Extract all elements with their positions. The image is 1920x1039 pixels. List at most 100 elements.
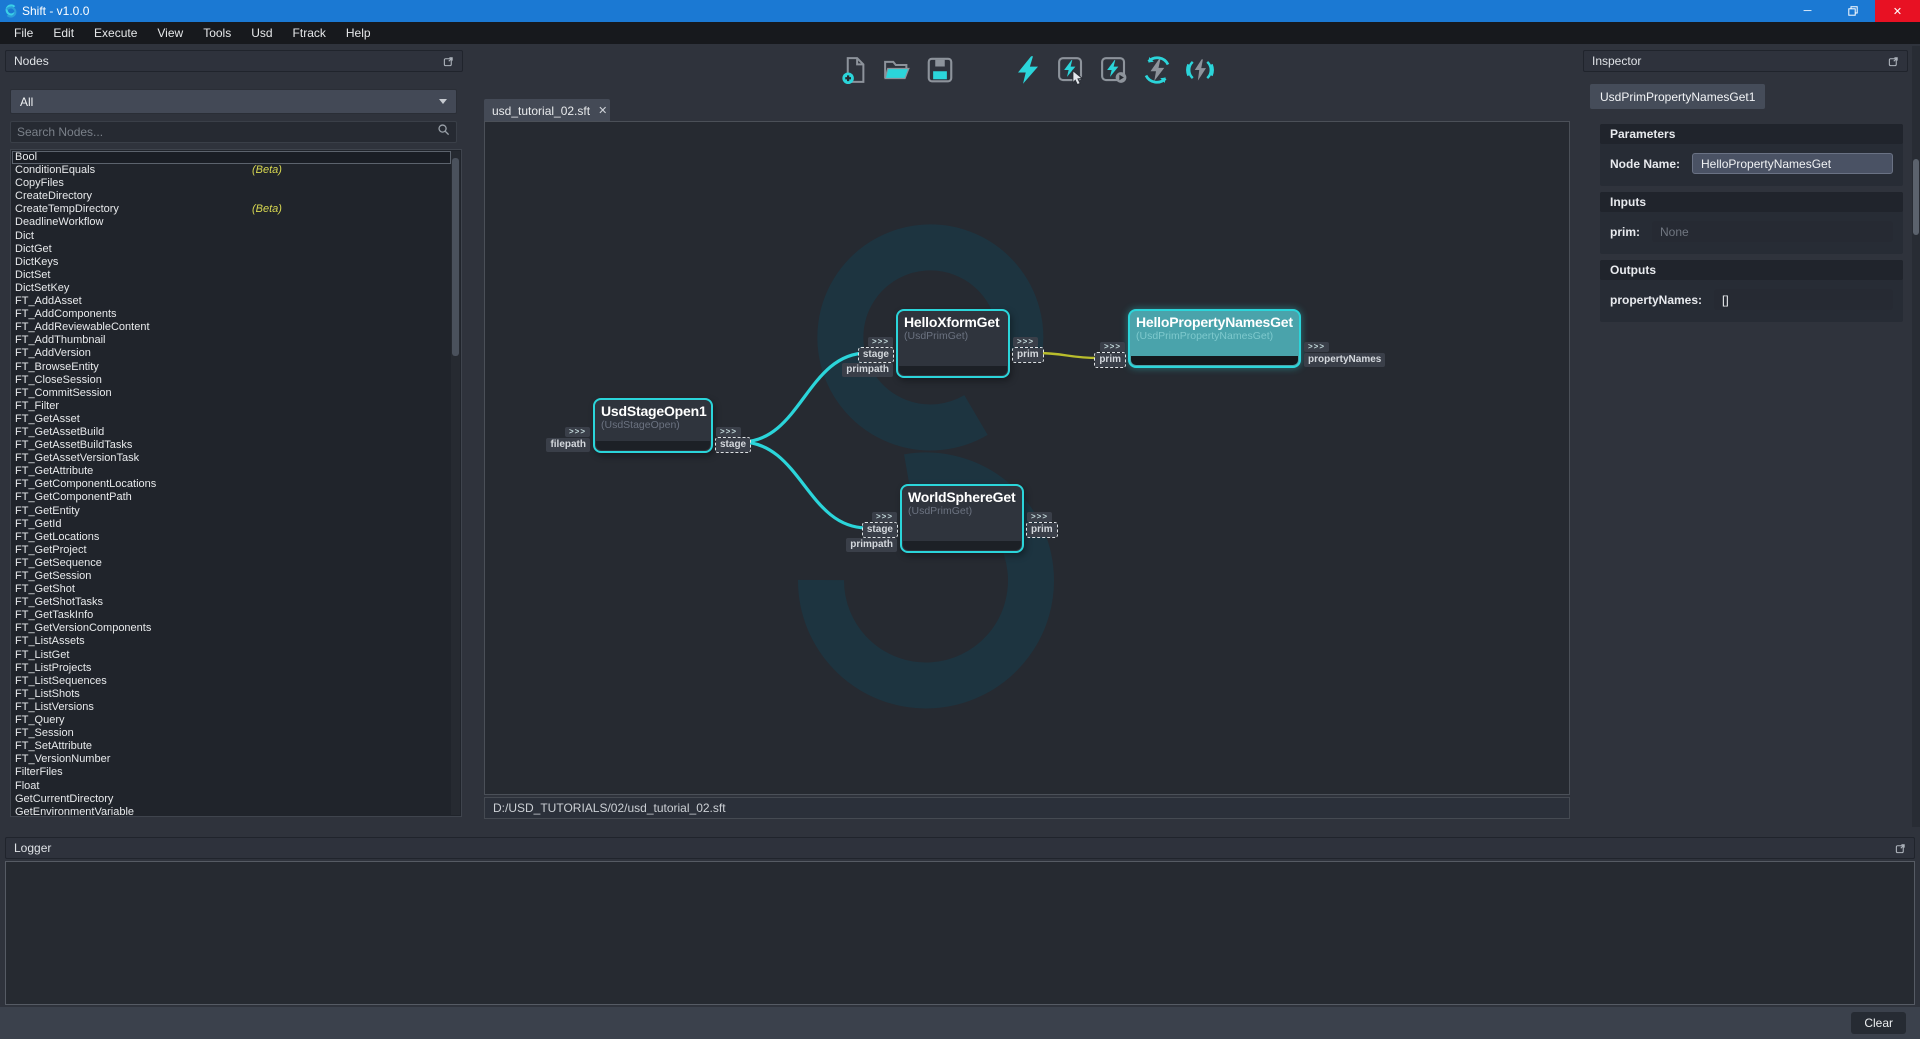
port-stage[interactable]: stage <box>859 348 893 362</box>
node-list-item[interactable]: FT_GetVersionComponents <box>12 622 451 635</box>
node-list-item[interactable]: FT_GetShot <box>12 583 451 596</box>
node-list-item[interactable]: FT_GetId <box>12 518 451 531</box>
exec-port[interactable]: >>> <box>1100 342 1125 352</box>
inspector-node-tab[interactable]: UsdPrimPropertyNamesGet1 <box>1590 84 1765 109</box>
node-list-item[interactable]: FT_ListProjects <box>12 662 451 675</box>
node-list-item[interactable]: FT_ListVersions <box>12 701 451 714</box>
exec-port[interactable]: >>> <box>565 427 590 437</box>
node-list-item[interactable]: FT_AddReviewableContent <box>12 321 451 334</box>
node-list-item[interactable]: DictKeys <box>12 256 451 269</box>
node-list-item[interactable]: CreateTempDirectory (Beta) <box>12 203 451 216</box>
menu-item[interactable]: Edit <box>43 23 84 43</box>
node-list-item[interactable]: CreateDirectory <box>12 190 451 203</box>
live-execute-icon[interactable] <box>1184 54 1216 86</box>
graph-node-UsdStageOpen1[interactable]: UsdStageOpen1(UsdStageOpen)>>>filepath>>… <box>593 398 713 453</box>
new-graph-icon[interactable] <box>838 54 870 86</box>
node-list-item[interactable]: Float <box>12 780 451 793</box>
exec-port[interactable]: >>> <box>1013 337 1038 347</box>
port-primpath[interactable]: primpath <box>846 538 897 552</box>
node-list-item[interactable]: FT_AddThumbnail <box>12 334 451 347</box>
node-filter-dropdown[interactable]: All <box>10 89 457 114</box>
node-list-item[interactable]: FT_ListSequences <box>12 675 451 688</box>
node-list-item[interactable]: FT_GetEntity <box>12 505 451 518</box>
maximize-button[interactable] <box>1830 0 1875 22</box>
save-graph-icon[interactable] <box>924 54 956 86</box>
execute-from-node-icon[interactable] <box>1098 54 1130 86</box>
node-list-item[interactable]: FT_GetSession <box>12 570 451 583</box>
scrollbar-thumb[interactable] <box>1913 159 1919 235</box>
port-propertyNames[interactable]: propertyNames <box>1304 353 1385 367</box>
menu-item[interactable]: View <box>147 23 193 43</box>
node-list-item[interactable]: FT_GetAttribute <box>12 465 451 478</box>
node-list-item[interactable]: FT_GetComponentLocations <box>12 478 451 491</box>
tab-close-icon[interactable]: ✕ <box>598 104 607 117</box>
graph-node-HelloPropertyNamesGet[interactable]: HelloPropertyNamesGet(UsdPrimPropertyNam… <box>1128 309 1301 368</box>
node-list-item[interactable]: DictSetKey <box>12 282 451 295</box>
node-list-item[interactable]: GetCurrentDirectory <box>12 793 451 806</box>
graph-canvas[interactable]: UsdStageOpen1(UsdStageOpen)>>>filepath>>… <box>484 121 1570 795</box>
node-list-item[interactable]: FT_GetAssetVersionTask <box>12 452 451 465</box>
close-button[interactable]: ✕ <box>1875 0 1920 22</box>
node-list-item[interactable]: CopyFiles <box>12 177 451 190</box>
node-list-item[interactable]: FT_VersionNumber <box>12 753 451 766</box>
port-stage[interactable]: stage <box>863 523 897 537</box>
node-list-item[interactable]: FT_GetSequence <box>12 557 451 570</box>
node-list-item[interactable]: Dict <box>12 230 451 243</box>
port-filepath[interactable]: filepath <box>546 438 590 452</box>
node-list-item[interactable]: FT_GetProject <box>12 544 451 557</box>
popout-icon[interactable] <box>1895 843 1906 854</box>
node-list-item[interactable]: FT_GetAssetBuild <box>12 426 451 439</box>
node-list-item[interactable]: FT_GetComponentPath <box>12 491 451 504</box>
minimize-button[interactable]: ─ <box>1785 0 1830 22</box>
open-graph-icon[interactable] <box>881 54 913 86</box>
menu-item[interactable]: Execute <box>84 23 147 43</box>
node-list-item[interactable]: FT_ListAssets <box>12 635 451 648</box>
node-list-item[interactable]: ConditionEquals (Beta) <box>12 164 451 177</box>
execute-selected-icon[interactable] <box>1055 54 1087 86</box>
node-list-item[interactable]: FT_CloseSession <box>12 374 451 387</box>
node-search-input[interactable] <box>17 125 437 139</box>
graph-node-WorldSphereGet[interactable]: WorldSphereGet(UsdPrimGet)>>>stageprimpa… <box>900 484 1024 553</box>
node-list-item[interactable]: FilterFiles <box>12 766 451 779</box>
node-list-item[interactable]: FT_AddAsset <box>12 295 451 308</box>
menu-item[interactable]: Ftrack <box>283 23 336 43</box>
graph-node-HelloXformGet[interactable]: HelloXformGet(UsdPrimGet)>>>stageprimpat… <box>896 309 1010 378</box>
node-list-item[interactable]: FT_BrowseEntity <box>12 361 451 374</box>
exec-port[interactable]: >>> <box>868 337 893 347</box>
menu-item[interactable]: Usd <box>241 23 282 43</box>
node-list-item[interactable]: FT_ListGet <box>12 649 451 662</box>
node-list-item[interactable]: FT_AddVersion <box>12 347 451 360</box>
re-execute-icon[interactable] <box>1141 54 1173 86</box>
port-prim[interactable]: prim <box>1013 348 1043 362</box>
exec-port[interactable]: >>> <box>1027 512 1052 522</box>
node-list-item[interactable]: DeadlineWorkflow <box>12 216 451 229</box>
popout-icon[interactable] <box>1888 56 1899 67</box>
graph-tab[interactable]: usd_tutorial_02.sft ✕ <box>484 99 610 122</box>
node-name-field[interactable] <box>1692 153 1893 174</box>
node-list-item[interactable]: GetEnvironmentVariable <box>12 806 451 817</box>
menu-item[interactable]: Tools <box>193 23 241 43</box>
popout-icon[interactable] <box>443 56 454 67</box>
menu-item[interactable]: Help <box>336 23 381 43</box>
node-list-item[interactable]: FT_Query <box>12 714 451 727</box>
node-list-item[interactable]: FT_CommitSession <box>12 387 451 400</box>
property-names-field[interactable] <box>1714 289 1893 310</box>
node-list-item[interactable]: FT_GetAssetBuildTasks <box>12 439 451 452</box>
node-list-item[interactable]: FT_GetShotTasks <box>12 596 451 609</box>
exec-port[interactable]: >>> <box>872 512 897 522</box>
clear-button[interactable]: Clear <box>1851 1012 1906 1034</box>
exec-port[interactable]: >>> <box>716 427 741 437</box>
node-list-item[interactable]: Bool <box>12 151 451 164</box>
scrollbar-thumb[interactable] <box>452 158 459 356</box>
exec-port[interactable]: >>> <box>1304 342 1329 352</box>
node-list-item[interactable]: DictSet <box>12 269 451 282</box>
execute-icon[interactable] <box>1012 54 1044 86</box>
port-primpath[interactable]: primpath <box>842 363 893 377</box>
node-list-item[interactable]: FT_Filter <box>12 400 451 413</box>
node-list-item[interactable]: FT_SetAttribute <box>12 740 451 753</box>
port-prim[interactable]: prim <box>1095 353 1125 367</box>
menu-item[interactable]: File <box>4 23 43 43</box>
node-list-item[interactable]: FT_AddComponents <box>12 308 451 321</box>
prim-field[interactable] <box>1652 221 1893 242</box>
port-stage[interactable]: stage <box>716 438 750 452</box>
